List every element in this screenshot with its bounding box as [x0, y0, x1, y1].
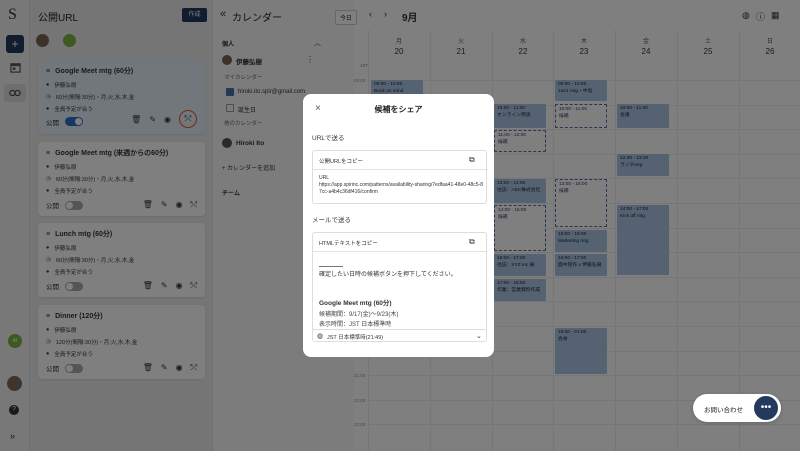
- mail-event-title: Google Meet mtg (60分): [319, 300, 392, 307]
- chat-icon: •••: [754, 396, 778, 420]
- timezone-value: JST 日本標準時(21:49): [327, 335, 384, 341]
- mail-period: 候補期間：9/17(金)〜9/23(木): [319, 312, 399, 318]
- mail-intro: 確定したい日時の候補ボタンを押下してください。: [319, 272, 457, 278]
- copy-icon[interactable]: ⧉: [469, 155, 475, 165]
- timezone-select[interactable]: ◍ JST 日本標準時(21:49) ⌄: [313, 329, 486, 341]
- url-box: 公開URLをコピー ⧉ URL https://app.spirinc.com/…: [312, 150, 488, 204]
- url-value[interactable]: https://app.spirinc.com/patterns/availab…: [319, 182, 484, 196]
- share-modal: × 候補をシェア URLで送る 公開URLをコピー ⧉ URL https://…: [303, 94, 494, 357]
- mail-box: HTMLテキストをコピー ⧉ 確定したい日時の候補ボタンを押下してください。 G…: [312, 232, 487, 342]
- mail-tz: 表示時間：JST 日本標準時: [319, 322, 392, 328]
- url-label: URL: [319, 175, 330, 181]
- globe-icon: ◍: [317, 333, 324, 340]
- copy-url-button[interactable]: 公開URLをコピー: [319, 157, 363, 165]
- chat-label: お問い合わせ: [704, 407, 743, 414]
- mail-section-heading: メールで送る: [312, 217, 351, 224]
- url-section-heading: URLで送る: [312, 135, 345, 142]
- contact-chat-button[interactable]: お問い合わせ •••: [693, 394, 781, 422]
- copy-icon[interactable]: ⧉: [469, 237, 475, 247]
- copy-html-button[interactable]: HTMLテキストをコピー: [319, 239, 378, 247]
- modal-title: 候補をシェア: [374, 105, 423, 114]
- chevron-down-icon: ⌄: [476, 333, 482, 340]
